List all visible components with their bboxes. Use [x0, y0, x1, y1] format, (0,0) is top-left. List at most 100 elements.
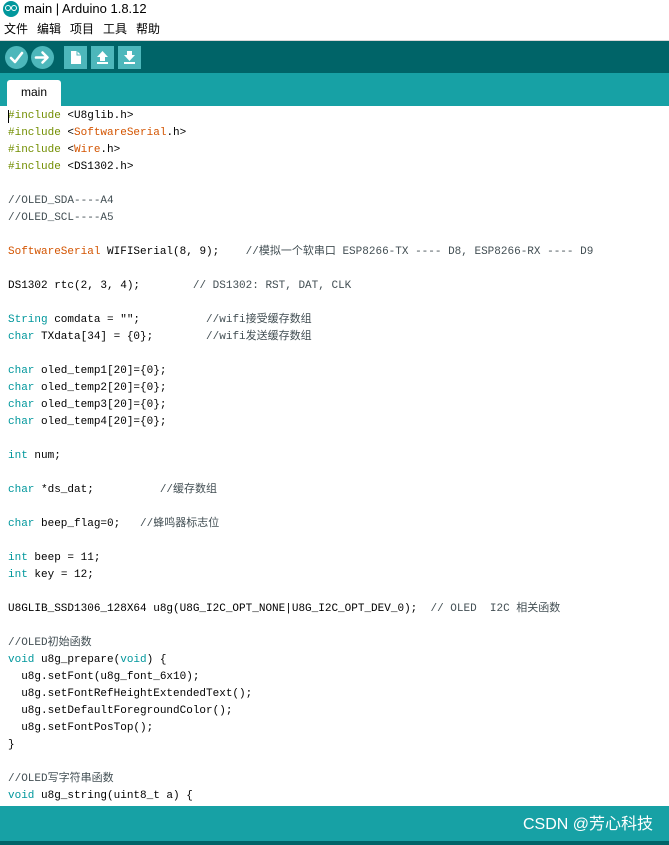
window-title: main | Arduino 1.8.12: [24, 1, 147, 16]
code-line: //OLED_SDA----A4: [8, 193, 593, 210]
new-button[interactable]: [64, 46, 87, 69]
code-token: <: [60, 144, 75, 156]
open-button[interactable]: [91, 46, 114, 69]
code-line: //OLED写字符串函数: [8, 771, 593, 788]
save-button[interactable]: [118, 46, 141, 69]
check-icon: [9, 51, 24, 64]
console-strip: [0, 841, 669, 845]
tab-strip: main: [0, 73, 669, 106]
code-token: char: [8, 331, 35, 343]
code-line: u8g.setFontRefHeightExtendedText();: [8, 686, 593, 703]
logo-right-loop: [11, 5, 17, 11]
menu-help[interactable]: 帮助: [136, 22, 160, 36]
arduino-logo-icon: [3, 1, 19, 17]
code-line: char oled_temp4[20]={0};: [8, 414, 593, 431]
code-line: #include <DS1302.h>: [8, 159, 593, 176]
code-line: char oled_temp1[20]={0};: [8, 363, 593, 380]
tab-main[interactable]: main: [7, 80, 61, 106]
code-token: #include: [8, 161, 61, 173]
menu-file[interactable]: 文件: [4, 22, 28, 36]
code-token: //OLED_SCL----A5: [8, 212, 114, 224]
code-token: int: [8, 552, 28, 564]
code-token: oled_temp4[20]={0};: [34, 416, 167, 428]
code-token: Wire: [74, 144, 101, 156]
code-line: int num;: [8, 448, 593, 465]
menu-tools[interactable]: 工具: [103, 22, 127, 36]
code-token: //模拟一个软串口 ESP8266-TX ---- D8, ESP8266-RX…: [245, 246, 594, 258]
code-line: u8g.setDefaultForegroundColor();: [8, 703, 593, 720]
upload-button[interactable]: [31, 46, 54, 69]
code-token: num;: [27, 450, 61, 462]
code-line: u8g.setFont(u8g_font_6x10);: [8, 669, 593, 686]
arrow-right-icon: [34, 51, 49, 64]
code-token: char: [8, 518, 35, 530]
code-line: //OLED初始函数: [8, 635, 593, 652]
code-token: char: [8, 484, 35, 496]
code-token: u8g_string(uint8_t a) {: [34, 790, 193, 802]
code-line: void u8g_string(uint8_t a) {: [8, 788, 593, 805]
code-token: <DS1302.h>: [60, 161, 134, 173]
code-token: }: [8, 739, 15, 751]
code-line: int key = 12;: [8, 567, 593, 584]
code-token: //OLED写字符串函数: [8, 773, 114, 785]
code-token: int: [8, 569, 28, 581]
verify-button[interactable]: [5, 46, 28, 69]
code-token: .h>: [166, 127, 187, 139]
code-token: char: [8, 416, 35, 428]
code-token: #include: [8, 127, 61, 139]
menu-sketch[interactable]: 项目: [70, 22, 94, 36]
code-token: char: [8, 365, 35, 377]
code-token: beep_flag=0;: [34, 518, 141, 530]
code-line: #include <Wire.h>: [8, 142, 593, 159]
code-line: DS1302 rtc(2, 3, 4); // DS1302: RST, DAT…: [8, 278, 593, 295]
code-token: SoftwareSerial: [8, 246, 101, 258]
code-line: char oled_temp2[20]={0};: [8, 380, 593, 397]
code-line: char TXdata[34] = {0}; //wifi发送缓存数组: [8, 329, 593, 346]
toolbar: [0, 41, 669, 73]
code-token: //OLED_SDA----A4: [8, 195, 114, 207]
menu-edit[interactable]: 编辑: [37, 22, 61, 36]
code-token: void: [120, 654, 147, 666]
code-line: U8GLIB_SSD1306_128X64 u8g(U8G_I2C_OPT_NO…: [8, 601, 593, 618]
code-token: beep = 11;: [27, 552, 101, 564]
code-editor[interactable]: #include <U8glib.h> #include < SoftwareSer…: [0, 106, 669, 806]
code-token: u8g.setDefaultForegroundColor();: [8, 705, 233, 717]
code-token: U8GLIB_SSD1306_128X64 u8g(U8G_I2C_OPT_NO…: [8, 603, 431, 615]
code-token: comdata = "";: [47, 314, 207, 326]
code-line: char beep_flag=0; //蜂鸣器标志位: [8, 516, 593, 533]
code-line: u8g.setFontPosTop();: [8, 720, 593, 737]
code-token: //wifi发送缓存数组: [206, 331, 312, 343]
code-line: //OLED_SCL----A5: [8, 210, 593, 227]
code-token: char: [8, 399, 35, 411]
code-token: TXdata[34] = {0};: [34, 331, 207, 343]
code-token: // OLED I2C 相关函数: [430, 603, 561, 615]
code-text: #include <U8glib.h> #include < SoftwareSer…: [8, 108, 593, 805]
code-token: oled_temp1[20]={0};: [34, 365, 167, 377]
code-token: void: [8, 790, 35, 802]
code-token: u8g.setFontRefHeightExtendedText();: [8, 688, 253, 700]
code-token: #include: [8, 144, 61, 156]
code-token: //OLED初始函数: [8, 637, 92, 649]
title-bar: main | Arduino 1.8.12: [0, 0, 669, 19]
code-token: String: [8, 314, 48, 326]
code-token: // DS1302: RST, DAT, CLK: [192, 280, 352, 292]
code-token: <U8glib.h>: [60, 110, 134, 122]
code-token: oled_temp2[20]={0};: [34, 382, 167, 394]
code-line: }: [8, 737, 593, 754]
code-token: u8g.setFont(u8g_font_6x10);: [8, 671, 200, 683]
status-bar: CSDN @芳心科技: [0, 806, 669, 841]
code-line: #include <U8glib.h>: [8, 108, 593, 125]
code-token: .h>: [100, 144, 121, 156]
